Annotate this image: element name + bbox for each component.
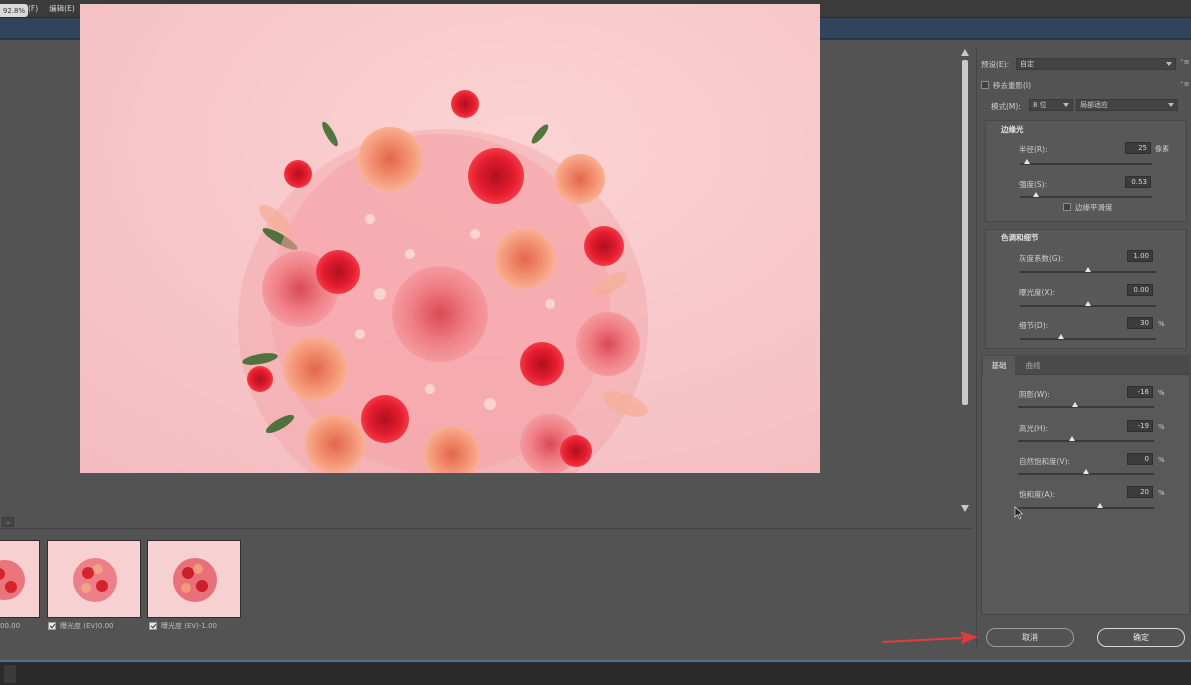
divider	[0, 528, 972, 529]
taskbar	[0, 660, 1191, 685]
method-dropdown[interactable]: 局部适应	[1076, 99, 1178, 111]
detail-slider-thumb[interactable]	[1057, 334, 1064, 339]
radius-slider-thumb[interactable]	[1023, 159, 1030, 164]
shadow-slider[interactable]	[1018, 406, 1154, 408]
annotation-arrow-icon	[881, 631, 978, 644]
preset-thumbnail[interactable]	[0, 540, 40, 618]
thumbnail-image	[48, 541, 140, 617]
highlight-input[interactable]: -19	[1127, 420, 1153, 432]
gamma-slider-thumb[interactable]	[1085, 267, 1091, 272]
collapse-thumbnails-button[interactable]: ⌄	[2, 517, 14, 527]
tab-curve[interactable]: 曲线	[1017, 356, 1049, 375]
chevron-down-icon	[1168, 103, 1174, 107]
mouse-pointer-icon	[1014, 506, 1024, 520]
shadow-input[interactable]: -16	[1127, 386, 1153, 398]
scroll-up-arrow-icon[interactable]	[961, 49, 969, 56]
preview-image	[80, 4, 820, 473]
vibrance-label: 自然饱和度(V):	[1019, 457, 1071, 466]
vibrance-unit: %	[1158, 456, 1165, 464]
chevron-down-icon	[1063, 103, 1069, 107]
detail-unit: %	[1158, 320, 1165, 328]
method-value: 局部适应	[1080, 101, 1108, 109]
exposure-input[interactable]: 0.00	[1127, 284, 1153, 296]
exposure-slider-thumb[interactable]	[1085, 301, 1091, 306]
edge-glow-title: 边缘光	[1001, 125, 1024, 134]
saturation-input[interactable]: 20	[1127, 486, 1153, 498]
gamma-label: 灰度系数(G):	[1019, 254, 1064, 263]
preset-thumbnail[interactable]	[47, 540, 141, 618]
highlight-slider-thumb[interactable]	[1069, 436, 1076, 441]
edge-smooth-label: 边缘平滑度	[1075, 203, 1113, 212]
chevron-down-icon: ⌄	[5, 518, 11, 526]
edge-smooth-checkbox[interactable]	[1063, 203, 1071, 211]
thumbnail-caption: 00.00	[0, 620, 20, 631]
vibrance-slider-thumb[interactable]	[1083, 469, 1089, 474]
bit-depth-dropdown[interactable]: 8 位	[1029, 99, 1073, 111]
thumbnail-label: 曝光度 (EV)-1.00	[161, 621, 218, 630]
thumbnail-image	[148, 541, 240, 617]
mode-label: 模式(M):	[991, 102, 1021, 111]
tab-basic[interactable]: 基础	[983, 356, 1015, 375]
chevron-down-icon	[1166, 62, 1172, 66]
taskbar-grip	[4, 665, 16, 683]
thumbnail-checkbox[interactable]	[48, 621, 56, 630]
detail-slider[interactable]	[1020, 338, 1156, 340]
radius-label: 半径(R):	[1019, 145, 1048, 154]
saturation-label: 饱和度(A):	[1019, 490, 1056, 499]
gamma-input[interactable]: 1.00	[1127, 250, 1153, 262]
thumbnail-checkbox[interactable]	[149, 621, 157, 630]
ok-button[interactable]: 确定	[1097, 628, 1185, 647]
scrollbar-thumb[interactable]	[962, 60, 968, 405]
saturation-slider[interactable]	[1018, 507, 1154, 509]
shadow-label: 阴影(W):	[1019, 390, 1050, 399]
thumbnail-image	[0, 541, 39, 617]
strength-input[interactable]: 0.53	[1125, 176, 1151, 188]
shadow-slider-thumb[interactable]	[1072, 402, 1079, 407]
preset-value: 自定	[1020, 60, 1034, 68]
highlight-slider[interactable]	[1018, 440, 1154, 442]
tone-detail-group	[985, 229, 1187, 349]
thumbnail-caption[interactable]: 曝光度 (EV)-1.00	[149, 620, 217, 631]
preset-thumbnail[interactable]	[147, 540, 241, 618]
strength-slider[interactable]	[1020, 196, 1152, 198]
detail-input[interactable]: 30	[1127, 317, 1153, 329]
tone-detail-title: 色调和细节	[1001, 233, 1039, 242]
thumbnail-label: 00.00	[0, 621, 21, 630]
saturation-unit: %	[1158, 489, 1165, 497]
preset-options-icon[interactable]: ⁺≡	[1180, 58, 1190, 66]
detail-label: 细节(D):	[1019, 321, 1049, 330]
thumbnail-caption[interactable]: 曝光度 (EV)0.00	[48, 620, 113, 631]
remove-ghost-label: 移去重影(I)	[993, 81, 1032, 90]
strength-slider-thumb[interactable]	[1032, 192, 1039, 197]
preset-dropdown[interactable]: 自定	[1016, 58, 1176, 70]
scroll-down-arrow-icon[interactable]	[961, 505, 969, 512]
saturation-slider-thumb[interactable]	[1096, 503, 1103, 508]
strength-label: 强度(S):	[1019, 180, 1048, 189]
radius-unit: 像素	[1155, 145, 1169, 153]
highlight-unit: %	[1158, 423, 1165, 431]
vibrance-input[interactable]: 0	[1127, 453, 1153, 465]
bit-depth-value: 8 位	[1033, 101, 1047, 109]
remove-ghost-checkbox[interactable]	[981, 81, 989, 89]
zoom-level[interactable]: 92.8%	[0, 4, 28, 17]
radius-input[interactable]: 25	[1125, 142, 1151, 154]
panel-options-icon[interactable]: ⁺≡	[1180, 80, 1190, 88]
menu-item[interactable]: 编辑(E)	[49, 3, 75, 14]
shadow-unit: %	[1158, 389, 1165, 397]
thumbnail-label: 曝光度 (EV)0.00	[60, 621, 114, 630]
highlight-label: 高光(H):	[1019, 424, 1049, 433]
flower-bouquet-image	[80, 4, 820, 473]
exposure-label: 曝光度(X):	[1019, 288, 1056, 297]
radius-slider[interactable]	[1020, 163, 1152, 165]
preset-label: 预设(E):	[981, 60, 1010, 69]
cancel-button[interactable]: 取消	[986, 628, 1074, 647]
